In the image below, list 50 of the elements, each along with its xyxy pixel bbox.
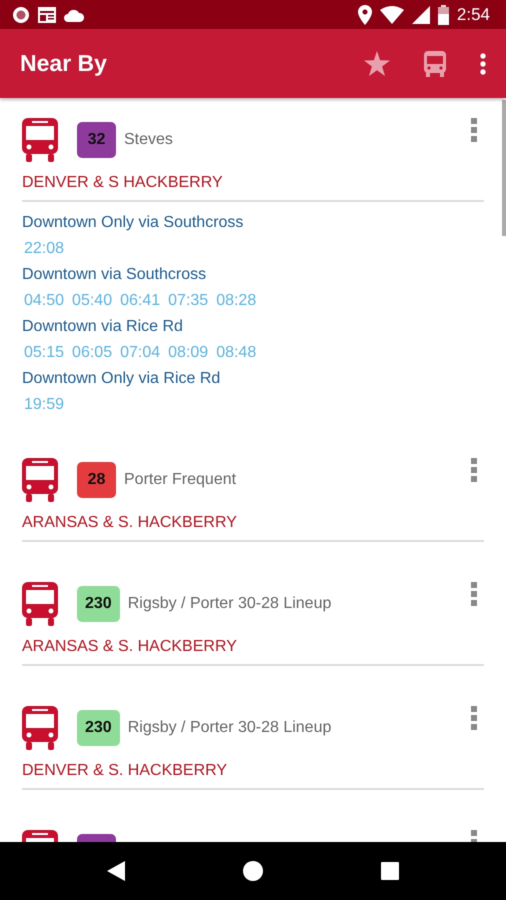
wifi-icon	[380, 6, 404, 24]
direction-name: Downtown Only via Southcross	[22, 213, 244, 233]
cloud-icon	[64, 8, 84, 22]
bus-icon	[22, 706, 58, 750]
bus-icon	[22, 582, 58, 626]
departure-time: 08:48	[216, 343, 256, 363]
direction-name: Downtown via Southcross	[22, 265, 208, 285]
route-badge: 28	[77, 462, 116, 498]
clock-time: 2:54	[456, 4, 490, 26]
signal-icon	[412, 6, 430, 24]
record-icon	[12, 6, 30, 24]
departure-time: 22:08	[24, 239, 64, 259]
route-badge: 32	[77, 122, 116, 158]
news-icon	[38, 6, 56, 22]
bus-icon[interactable]	[424, 50, 446, 76]
bus-icon	[22, 118, 58, 162]
departure-time: 06:05	[72, 343, 112, 363]
departure-time: 08:28	[216, 291, 256, 311]
more-options-icon[interactable]	[480, 52, 486, 74]
departure-time: 04:50	[24, 291, 64, 311]
departure-time: 07:35	[168, 291, 208, 311]
location-icon	[358, 4, 372, 24]
route-badge: 230	[77, 710, 120, 746]
departure-time: 19:59	[24, 395, 64, 415]
departure-time: 05:15	[24, 343, 64, 363]
departure-time: 07:04	[120, 343, 160, 363]
route-name: Rigsby / Porter 30-28 Lineup	[128, 594, 332, 614]
route-name: Steves	[124, 130, 173, 150]
stop-name: ARANSAS & S. HACKBERRY	[22, 513, 238, 533]
bus-icon	[22, 458, 58, 502]
direction-name: Downtown via Rice Rd	[22, 317, 184, 337]
stop-name: DENVER & S. HACKBERRY	[22, 761, 228, 781]
star-icon[interactable]	[364, 51, 390, 76]
home-icon[interactable]	[243, 861, 263, 881]
route-badge: 230	[77, 586, 120, 622]
departure-time: 05:40	[72, 291, 112, 311]
more-options-icon[interactable]	[471, 458, 477, 482]
back-icon[interactable]	[107, 861, 125, 881]
route-name: Rigsby / Porter 30-28 Lineup	[128, 718, 332, 738]
stop-name: ARANSAS & S. HACKBERRY	[22, 637, 238, 657]
departure-time: 08:09	[168, 343, 208, 363]
departure-time: 06:41	[120, 291, 160, 311]
more-options-icon[interactable]	[471, 118, 477, 142]
direction-name: Downtown Only via Rice Rd	[22, 369, 222, 389]
battery-icon	[438, 4, 449, 24]
stop-name: DENVER & S HACKBERRY	[22, 173, 224, 193]
route-name: Porter Frequent	[124, 470, 236, 490]
more-options-icon[interactable]	[471, 582, 477, 606]
screen-title: Near By	[20, 49, 107, 78]
more-options-icon[interactable]	[471, 706, 477, 730]
